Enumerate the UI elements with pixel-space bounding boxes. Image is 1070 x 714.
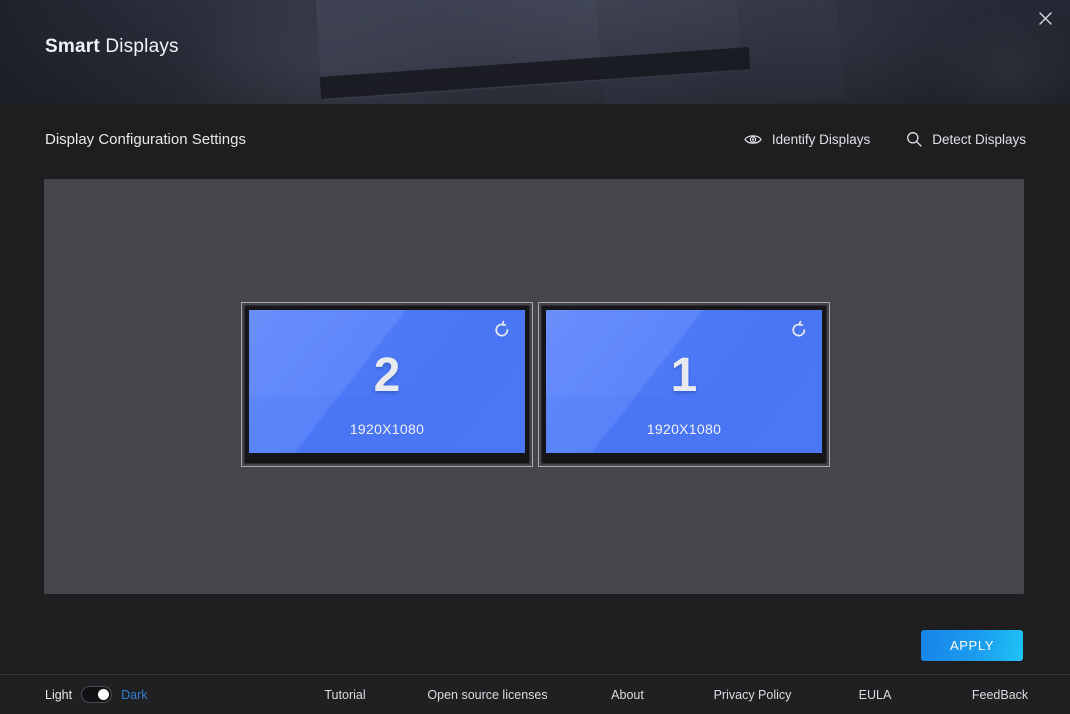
footer-link[interactable]: About [570, 688, 685, 702]
rotate-ccw-icon[interactable] [491, 319, 513, 341]
monitor-screen[interactable]: 2 1920X1080 [249, 310, 525, 453]
monitor-number: 2 [373, 348, 401, 402]
theme-toggle-switch[interactable] [81, 686, 113, 703]
footer-links: Tutorial Open source licenses About Privacy… [285, 675, 1070, 714]
identify-displays-label: Identify Displays [771, 131, 871, 147]
close-button[interactable] [1028, 3, 1062, 33]
theme-toggle-knob [98, 689, 110, 700]
detect-displays-button[interactable]: Detect Displays [906, 131, 1026, 147]
search-icon [906, 131, 922, 147]
smart-displays-window: Smart Displays Display Configuration Set… [0, 0, 1070, 714]
display-monitor[interactable]: 1 1920X1080 [538, 302, 830, 467]
page-title: Display Configuration Settings [45, 131, 246, 148]
theme-label-light: Light [45, 687, 73, 702]
monitor-resolution: 1920X1080 [646, 421, 722, 437]
apply-button[interactable]: APPLY [921, 630, 1023, 661]
footer-link[interactable]: EULA [820, 688, 930, 702]
identify-displays-button[interactable]: Identify Displays [744, 132, 870, 147]
display-monitor[interactable]: 2 1920X1080 [241, 302, 533, 467]
toolbar: Identify Displays Detect Displays [744, 131, 1026, 147]
theme-toggle-group: Light Dark [45, 686, 148, 703]
close-icon [1038, 11, 1052, 25]
app-title-light: Displays [99, 36, 179, 57]
footer-bar: Light Dark Tutorial Open source licenses A… [0, 675, 1070, 714]
monitor-screen[interactable]: 1 1920X1080 [546, 310, 822, 453]
app-title-bold: Smart [45, 36, 100, 57]
footer-link[interactable]: FeedBack [930, 688, 1070, 702]
detect-displays-label: Detect Displays [932, 131, 1026, 147]
footer-link[interactable]: Tutorial [285, 688, 405, 702]
footer-link[interactable]: Privacy Policy [685, 688, 820, 702]
window-header: Smart Displays [0, 0, 1070, 104]
rotate-ccw-icon[interactable] [788, 319, 810, 341]
app-title: Smart Displays [45, 36, 179, 58]
monitor-number: 1 [670, 348, 698, 402]
theme-label-dark: Dark [121, 687, 148, 702]
eye-icon [744, 133, 762, 146]
monitor-resolution: 1920X1080 [349, 421, 425, 437]
display-arrangement-canvas[interactable]: 2 1920X1080 1 1920X1080 [44, 179, 1024, 594]
footer-link[interactable]: Open source licenses [405, 688, 570, 702]
